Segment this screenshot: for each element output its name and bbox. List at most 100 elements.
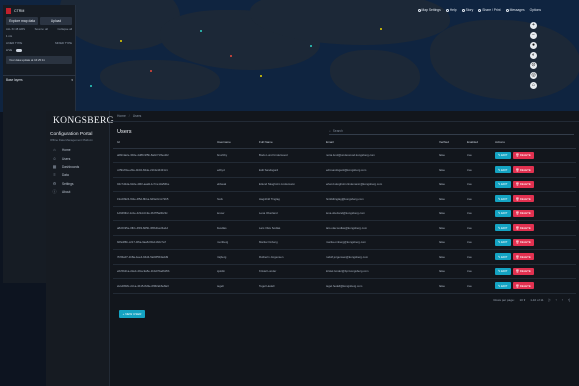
upload-button[interactable]: Upload (40, 17, 72, 25)
cell-id: a08c4a2e-3b6e-4d89-9f5b-8a0c71fbed22 (113, 148, 213, 163)
target-button[interactable]: ⊙ (530, 62, 537, 69)
cell-username: ltsodlas (213, 220, 255, 236)
user-icon: ☺ (52, 155, 57, 161)
edit-button[interactable]: ✎ EDIT (495, 209, 511, 217)
options-button[interactable]: Options (530, 8, 541, 12)
cell-verified: false (435, 206, 463, 221)
time-filter[interactable]: ALL IN 48 HRS (6, 27, 25, 31)
row-actions: ✎ EDIT 🗑 DELETE (495, 238, 576, 246)
map-filter-row: ALL IN 48 HRS Source: all Collapse all (3, 25, 75, 33)
live-toggle[interactable] (15, 48, 22, 52)
column-header-email[interactable]: Email (322, 137, 435, 149)
sidebar-item-home[interactable]: ⌂ Home (46, 146, 109, 154)
cell-email: hnilddtinglag@kongsberg.com (322, 191, 435, 207)
delete-button[interactable]: 🗑 DELETE (512, 195, 534, 203)
cell-verified: false (435, 235, 463, 250)
delete-button[interactable]: 🗑 DELETE (512, 267, 534, 275)
cell-username: sjoldin (213, 264, 255, 279)
cell-id: c25b2f4a-ef0e-4b02-84de-21bfe44431c1 (113, 162, 213, 178)
base-layers-label: Base layers (6, 78, 23, 82)
share-print-button[interactable]: Share / Print (478, 8, 501, 12)
cell-actions: ✎ EDIT 🗑 DELETE (491, 220, 576, 236)
configuration-portal-window: KONGSBERG Configuration Portal Offline D… (46, 111, 579, 386)
delete-button[interactable]: 🗑 DELETE (512, 282, 534, 290)
sidebar-item-about[interactable]: ⓘ About (46, 188, 109, 196)
cell-username: edbyd (213, 162, 255, 178)
first-page-icon[interactable]: |‹ (549, 298, 551, 302)
sidebar-nav: ⌂ Home ☺ Users ▦ Dashboards ≡ Data ⚙ Settings ⓘ Abo… (46, 146, 109, 196)
edit-label: EDIT (501, 211, 508, 216)
new-user-button[interactable]: + NEW USER (119, 309, 145, 318)
row-actions: ✎ EDIT 🗑 DELETE (495, 151, 576, 159)
sidebar-item-settings[interactable]: ⚙ Settings (46, 180, 109, 188)
table-row: a8c0195e-0fb1-4f93-8d5b-3f6b41e24a1d ltso… (113, 220, 576, 236)
locate-button[interactable]: ● (530, 42, 537, 49)
cell-email: lars.olav.sodlas@kongsberg.com (322, 220, 435, 236)
column-header-actions[interactable]: Actions (491, 137, 576, 149)
cell-email: edit.sandsgard@kongsberg.com (322, 162, 435, 178)
edit-button[interactable]: ✎ EDIT (495, 166, 511, 174)
delete-button[interactable]: 🗑 DELETE (512, 209, 534, 217)
cell-verified: false (435, 191, 463, 207)
delete-button[interactable]: 🗑 DELETE (512, 151, 534, 159)
column-header-enabled[interactable]: Enabled (463, 137, 491, 149)
edit-button[interactable]: ✎ EDIT (495, 267, 511, 275)
prev-page-icon[interactable]: ‹ (556, 298, 557, 302)
sidebar-item-label: Data (62, 173, 69, 178)
collapse-all-link[interactable]: Collapse all (58, 27, 72, 31)
cell-enabled: true (463, 162, 491, 178)
compass-button[interactable]: ◎ (530, 72, 537, 79)
cell-actions: ✎ EDIT 🗑 DELETE (491, 177, 576, 192)
delete-button[interactable]: 🗑 DELETE (512, 224, 534, 232)
base-layers-section[interactable]: Base layers ▾ (3, 75, 76, 84)
sidebar-item-dashboards[interactable]: ▦ Dashboards (46, 163, 109, 171)
column-header-full-name[interactable]: Full Name (255, 137, 322, 149)
delete-button[interactable]: 🗑 DELETE (512, 253, 534, 261)
edit-button[interactable]: ✎ EDIT (495, 151, 511, 159)
cell-enabled: true (463, 264, 491, 279)
story-button[interactable]: Story (461, 8, 473, 12)
edit-button[interactable]: ✎ EDIT (495, 180, 511, 188)
sidebar-item-data[interactable]: ≡ Data (46, 171, 109, 179)
source-filter[interactable]: Source: all (35, 27, 48, 31)
map-settings-button[interactable]: Map Settings (417, 8, 441, 12)
edit-button[interactable]: ✎ EDIT (495, 195, 511, 203)
cell-actions: ✎ EDIT 🗑 DELETE (491, 235, 576, 250)
cell-id: 19cd0924-f04e-4f5d-8b1a-6d9e0c1c72b5 (113, 191, 213, 207)
home-view-button[interactable]: ⌂ (530, 82, 537, 89)
mixed-type-label: MIXED TYPE (55, 41, 72, 45)
cell-id: 2e1d8b8c-2c1a-4b15-8d3e-6f9f2ab6e8a3 (113, 278, 213, 294)
delete-button[interactable]: 🗑 DELETE (512, 166, 534, 174)
column-header-username[interactable]: Username (213, 137, 255, 149)
delete-button[interactable]: 🗑 DELETE (512, 180, 534, 188)
edit-button[interactable]: ✎ EDIT (495, 253, 511, 261)
split-view-button[interactable]: ◐ (530, 52, 537, 59)
messages-button[interactable]: Messages (505, 8, 525, 12)
delete-label: DELETE (519, 225, 531, 230)
next-page-icon[interactable]: › (562, 298, 563, 302)
help-button[interactable]: Help (445, 8, 457, 12)
sidebar-item-users[interactable]: ☺ Users (46, 154, 109, 162)
row-actions: ✎ EDIT 🗑 DELETE (495, 180, 576, 188)
edit-button[interactable]: ✎ EDIT (495, 282, 511, 290)
breadcrumb-home[interactable]: Home (117, 114, 126, 118)
column-header-verified[interactable]: Verified (435, 137, 463, 149)
column-header-id[interactable]: Id (113, 137, 213, 149)
last-page-icon[interactable]: ›| (568, 298, 570, 302)
zoom-in-button[interactable]: + (530, 22, 537, 29)
cell-actions: ✎ EDIT 🗑 DELETE (491, 206, 576, 221)
map-app-header: CTRM (3, 5, 75, 17)
edit-button[interactable]: ✎ EDIT (495, 238, 511, 246)
edit-button[interactable]: ✎ EDIT (495, 224, 511, 232)
row-actions: ✎ EDIT 🗑 DELETE (495, 267, 576, 275)
search-input[interactable]: Search (333, 129, 343, 133)
search-field[interactable]: ⌕ Search (329, 129, 574, 135)
map-canvas[interactable]: Map Settings Help Story Share / Print Me… (0, 0, 579, 112)
explore-map-data-button[interactable]: Explore map data (6, 17, 38, 25)
zoom-out-button[interactable]: − (530, 32, 537, 39)
rows-per-page-select[interactable]: 10 ▾ (520, 298, 526, 302)
users-table: Id Username Full Name Email Verified Enabled A… (113, 137, 576, 294)
delete-button[interactable]: 🗑 DELETE (512, 238, 534, 246)
cell-fullname: Tegel Hedell (255, 278, 322, 294)
row-actions: ✎ EDIT 🗑 DELETE (495, 253, 576, 261)
